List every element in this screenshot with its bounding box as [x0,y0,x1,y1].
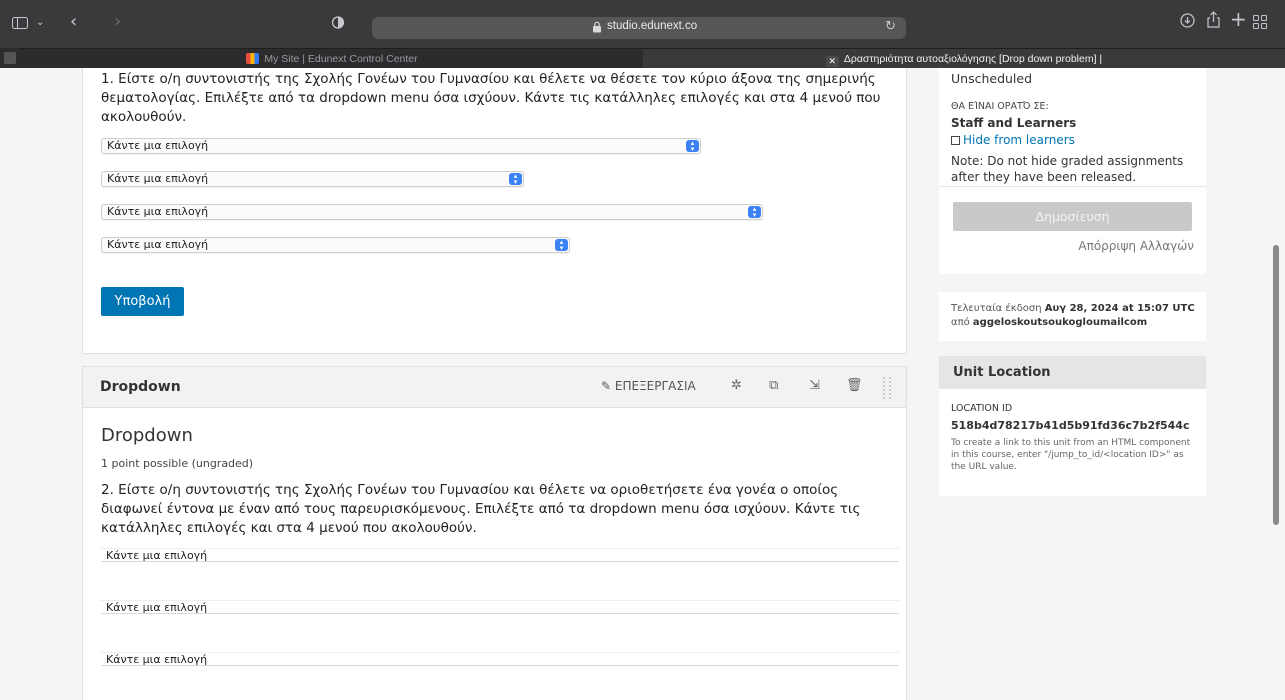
unit-location-panel: LOCATION ID 518b4d78217b41d5b91fd36c7b2f… [939,389,1206,496]
reload-icon[interactable]: ↻ [885,19,896,34]
location-help-text: To create a link to this unit from an HT… [951,438,1191,472]
lock-icon [593,21,601,33]
chevron-updown-icon: ▴ ▾ [509,173,522,186]
unit-location-heading: Unit Location [953,365,1051,380]
hide-label: Hide from learners [963,133,1075,147]
problem-card-1: 1. Είστε ο/η συντονιστής της Σχολής Γονέ… [82,68,907,354]
checkbox-icon [951,136,960,145]
problem-card-2: Dropdown 1 point possible (ungraded) 2. … [82,408,907,700]
visibility-label: ΘΑ ΕΊΝΑΙ ΟΡΑΤΌ ΣΕ: [951,101,1049,112]
dropdown-value: Κάντε μια επιλογή [107,172,209,185]
dropdown-select[interactable]: Κάντε μια επιλογή ▴ ▾ [101,204,763,220]
move-icon[interactable]: ⇲ [809,378,820,393]
tab-label: My Site | Edunext Control Center [264,53,418,65]
chevron-down-icon[interactable]: ⌄ [36,13,44,33]
problem-title: Dropdown [101,425,193,446]
dropdown-select[interactable]: Κάντε μια επιλογή ▴ ▾ [101,138,701,154]
last-published-panel: Τελευταία έκδοση Αυγ 28, 2024 at 15:07 U… [939,292,1206,341]
tab-self-assessment[interactable]: ✕ Δραστηριότητα αυτοαξιολόγησης [Drop dow… [643,49,1285,69]
last-published-date: Αυγ 28, 2024 at 15:07 UTC [1044,303,1195,314]
question-text: 2. Είστε ο/η συντονιστής της Σχολής Γονέ… [101,482,861,536]
studio-favicon-icon: ✕ [825,56,839,67]
schedule-status: Unscheduled [951,71,1033,86]
pinned-tab-icon[interactable] [0,48,20,68]
dropdown-select[interactable]: Κάντε μια επιλογή [101,600,899,614]
tab-label: Δραστηριότητα αυτοαξιολόγησης [Drop down… [843,53,1103,65]
points-possible: 1 point possible (ungraded) [101,457,254,470]
last-published-prefix: Τελευταία έκδοση [951,303,1042,314]
chevron-updown-icon: ▴ ▾ [555,239,568,252]
share-icon[interactable] [1207,11,1220,33]
publish-panel: Unscheduled ΘΑ ΕΊΝΑΙ ΟΡΑΤΌ ΣΕ: Staff and… [939,68,1206,274]
back-icon[interactable]: ‹ [70,12,77,32]
published-by-prefix: από [951,317,970,328]
location-id-value[interactable]: 518b4d78217b41d5b91fd36c7b2f544c [951,419,1189,432]
component-header: Dropdown ✎ ΕΠΕΞΕΡΓΑΣΙΑ ✲ ⧉ ⇲ 🗑 [82,366,907,408]
tab-overview-icon[interactable] [1253,14,1267,34]
dropdown-select[interactable]: Κάντε μια επιλογή [101,652,899,666]
sidebar-toggle-icon[interactable] [12,14,28,34]
component-title: Dropdown [100,379,181,395]
download-icon[interactable] [1180,13,1195,33]
url-text: studio.edunext.co [607,20,698,32]
question-text: 1. Είστε ο/η συντονιστής της Σχολής Γονέ… [101,71,881,125]
dropdown-select[interactable]: Κάντε μια επιλογή ▴ ▾ [101,171,524,187]
publish-button[interactable]: Δημοσίευση [953,202,1192,231]
left-gutter [0,68,65,700]
submit-button[interactable]: Υποβολή [101,287,184,316]
dropdown-value: Κάντε μια επιλογή [107,205,209,218]
gear-icon[interactable]: ✲ [731,378,742,393]
pencil-icon: ✎ [601,379,612,393]
chevron-updown-icon: ▴ ▾ [686,140,699,153]
discard-changes-link[interactable]: Απόρριψη Αλλαγών [1078,239,1194,253]
dropdown-select[interactable]: Κάντε μια επιλογή ▴ ▾ [101,237,570,253]
page-content: 1. Είστε ο/η συντονιστής της Σχολής Γονέ… [0,68,1285,700]
hide-note: Note: Do not hide graded assignments aft… [951,154,1184,184]
drag-handle-icon[interactable] [883,377,891,399]
tab-my-site[interactable]: My Site | Edunext Control Center [22,49,642,69]
dropdown-value: Κάντε μια επιλογή [107,139,209,152]
published-by-user: aggeloskoutsoukogloumailcom [972,317,1148,328]
dropdown-value: Κάντε μια επιλογή [107,238,209,251]
trash-icon[interactable]: 🗑 [846,378,863,393]
new-tab-icon[interactable]: + [1230,9,1247,29]
visibility-value: Staff and Learners [951,116,1077,130]
forward-icon[interactable]: › [114,12,121,32]
duplicate-icon[interactable]: ⧉ [769,378,778,393]
privacy-shield-icon[interactable] [331,14,345,34]
divider [939,186,1206,187]
edunext-favicon-icon [246,53,260,64]
tab-strip: My Site | Edunext Control Center ✕ Δραστη… [0,48,1285,69]
chevron-updown-icon: ▴ ▾ [748,206,761,219]
scrollbar-thumb[interactable] [1273,245,1279,525]
address-bar[interactable]: studio.edunext.co ↻ [372,17,906,39]
last-published-info: Τελευταία έκδοση Αυγ 28, 2024 at 15:07 U… [951,302,1201,330]
edit-label: ΕΠΕΞΕΡΓΑΣΙΑ [614,379,696,393]
browser-toolbar: ⌄ ‹ › studio.edunext.co ↻ + [0,0,1285,48]
dropdown-select[interactable]: Κάντε μια επιλογή [101,548,899,562]
hide-from-learners-checkbox[interactable]: Hide from learners [951,133,1075,147]
unit-location-header: Unit Location [939,356,1206,389]
edit-button[interactable]: ✎ ΕΠΕΞΕΡΓΑΣΙΑ [601,379,696,393]
location-id-label: LOCATION ID [951,403,1013,414]
